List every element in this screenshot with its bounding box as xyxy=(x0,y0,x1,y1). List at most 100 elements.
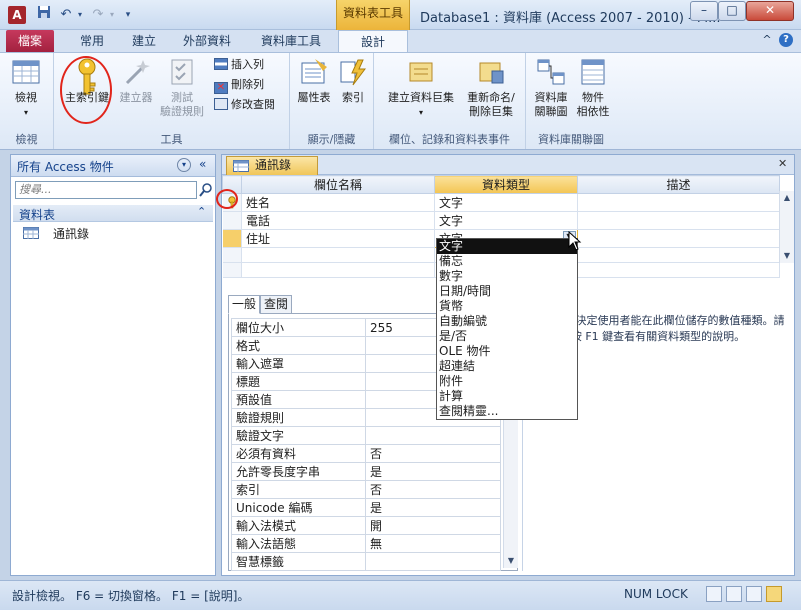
list-item[interactable]: 日期/時間 xyxy=(437,284,577,299)
data-type-cell[interactable]: 文字 xyxy=(434,193,578,212)
modify-lookups-button[interactable]: 修改查閱 xyxy=(214,97,275,113)
description-cell[interactable] xyxy=(577,229,780,248)
data-type-cell[interactable]: 文字 xyxy=(434,211,578,230)
indexes-label: 索引 xyxy=(342,91,364,104)
list-item[interactable]: 備忘 xyxy=(437,254,577,269)
property-row[interactable]: 驗證文字 xyxy=(231,426,501,445)
nav-search-input[interactable]: 搜尋... xyxy=(15,181,197,199)
description-cell[interactable] xyxy=(577,193,780,212)
shutter-bar-collapse-icon[interactable]: « xyxy=(199,157,206,171)
minimize-button[interactable]: – xyxy=(690,1,718,21)
access-app-icon[interactable]: A xyxy=(8,6,26,24)
dependencies-label-1: 物件 xyxy=(582,91,604,104)
help-icon[interactable]: ? xyxy=(779,33,793,47)
column-header-data-type[interactable]: 資料類型 xyxy=(434,175,578,194)
list-item[interactable]: 是/否 xyxy=(437,329,577,344)
row-selector[interactable] xyxy=(222,229,242,248)
nav-pane-header[interactable]: 所有 Access 物件 ▾ « xyxy=(11,155,215,177)
nav-item-contacts-table[interactable]: 通訊錄 xyxy=(23,225,89,242)
builder-button[interactable]: 建立器 xyxy=(116,57,156,105)
nav-menu-dropdown-icon[interactable]: ▾ xyxy=(177,158,191,172)
property-row[interactable]: Unicode 編碼是 xyxy=(231,498,501,517)
save-icon[interactable] xyxy=(34,5,54,25)
status-bar: 設計檢視。 F6 = 切換窗格。 F1 = [說明]。 NUM LOCK xyxy=(0,580,801,610)
field-name-cell[interactable]: 電話 xyxy=(241,211,435,230)
list-item[interactable]: 自動編號 xyxy=(437,314,577,329)
undo-dropdown-icon[interactable]: ▾ xyxy=(70,5,90,25)
mouse-cursor-icon xyxy=(568,231,582,251)
row-selector[interactable] xyxy=(222,211,242,230)
list-item[interactable]: 文字 xyxy=(437,239,577,254)
ribbon: 檢視 ▾ 檢視 主索引鍵 建立器 測試 驗證規則 插入列 ✕ 刪除列 修改查閱 工具 xyxy=(0,52,801,150)
column-header-field-name[interactable]: 欄位名稱 xyxy=(241,175,435,194)
indexes-button[interactable]: 索引 xyxy=(336,57,370,105)
property-sheet-button[interactable]: 屬性表 xyxy=(294,57,334,105)
nav-group-label: 資料表 xyxy=(19,208,56,222)
create-data-macros-button[interactable]: 建立資料巨集 ▾ xyxy=(386,57,456,120)
nav-group-tables[interactable]: 資料表 ⌃ xyxy=(13,205,213,222)
table-row[interactable]: 電話 文字 xyxy=(222,211,780,230)
description-cell[interactable] xyxy=(577,211,780,230)
datasheet-view-icon[interactable] xyxy=(706,586,722,602)
tab-create[interactable]: 建立 xyxy=(124,30,164,52)
builder-label: 建立器 xyxy=(119,91,153,104)
scroll-up-arrow[interactable]: ▲ xyxy=(780,191,794,205)
view-button[interactable]: 檢視 ▾ xyxy=(6,57,46,120)
tab-design[interactable]: 設計 xyxy=(338,30,408,53)
show-hide-group: 屬性表 索引 顯示/隱藏 xyxy=(290,53,374,149)
relationships-label-1: 資料庫 xyxy=(534,91,568,104)
rename-delete-macro-label-1: 重新命名/ xyxy=(467,91,515,104)
tab-database-tools[interactable]: 資料庫工具 xyxy=(254,30,328,52)
property-row[interactable]: 輸入法模式開 xyxy=(231,516,501,535)
pivotchart-view-icon[interactable] xyxy=(746,586,762,602)
tab-file[interactable]: 檔案 xyxy=(6,30,54,52)
customize-qat-icon[interactable]: ▾ xyxy=(118,5,138,25)
column-header-description[interactable]: 描述 xyxy=(577,175,780,194)
insert-rows-button[interactable]: 插入列 xyxy=(214,57,264,73)
property-row[interactable]: 智慧標籤 xyxy=(231,552,501,571)
modify-lookups-label: 修改查閱 xyxy=(231,98,275,111)
delete-rows-button[interactable]: ✕ 刪除列 xyxy=(214,77,264,94)
property-row[interactable]: 必須有資料否 xyxy=(231,444,501,463)
tab-lookup[interactable]: 查閱 xyxy=(260,295,292,314)
test-validation-rules-button[interactable]: 測試 驗證規則 xyxy=(156,57,208,119)
design-view-icon[interactable] xyxy=(766,586,782,602)
relationships-group: 資料庫 關聯圖 物件 相依性 資料庫關聯圖 xyxy=(526,53,616,149)
collapse-group-icon[interactable]: ⌃ xyxy=(197,205,206,218)
indexes-icon xyxy=(340,59,366,86)
relationships-button[interactable]: 資料庫 關聯圖 xyxy=(530,57,572,119)
list-item[interactable]: 數字 xyxy=(437,269,577,284)
data-type-dropdown-list[interactable]: 文字 備忘 數字 日期/時間 貨幣 自動編號 是/否 OLE 物件 超連結 附件… xyxy=(436,238,578,420)
scroll-down-arrow[interactable]: ▼ xyxy=(504,554,518,568)
list-item[interactable]: 超連結 xyxy=(437,359,577,374)
views-group: 檢視 ▾ 檢視 xyxy=(0,53,54,149)
tab-external-data[interactable]: 外部資料 xyxy=(176,30,238,52)
property-row[interactable]: 輸入法語態無 xyxy=(231,534,501,553)
maximize-button[interactable]: □ xyxy=(718,1,746,21)
tab-general[interactable]: 一般 xyxy=(228,295,260,314)
grid-scrollbar[interactable]: ▲ ▼ xyxy=(779,191,794,263)
pivottable-view-icon[interactable] xyxy=(726,586,742,602)
scroll-down-arrow[interactable]: ▼ xyxy=(780,249,794,263)
minimize-ribbon-icon[interactable]: ^ xyxy=(760,33,774,47)
rename-delete-macro-button[interactable]: 重新命名/ 刪除巨集 xyxy=(458,57,524,119)
property-row[interactable]: 允許零長度字串是 xyxy=(231,462,501,481)
list-item[interactable]: 附件 xyxy=(437,374,577,389)
field-name-cell[interactable]: 姓名 xyxy=(241,193,435,212)
property-row[interactable]: 索引否 xyxy=(231,480,501,499)
close-document-icon[interactable]: ✕ xyxy=(778,157,787,170)
list-item[interactable]: 計算 xyxy=(437,389,577,404)
list-item[interactable]: 查閱精靈... xyxy=(437,404,577,419)
show-hide-group-label: 顯示/隱藏 xyxy=(307,133,356,146)
table-row[interactable]: 姓名 文字 xyxy=(222,193,780,212)
search-icon[interactable] xyxy=(199,182,213,198)
list-item[interactable]: 貨幣 xyxy=(437,299,577,314)
object-dependencies-button[interactable]: 物件 相依性 xyxy=(574,57,612,119)
document-tab-contacts[interactable]: 通訊錄 xyxy=(226,156,318,175)
close-button[interactable]: ✕ xyxy=(746,1,794,21)
rename-macro-icon xyxy=(479,62,504,84)
title-bar: A ↶ ▾ ↷ ▾ ▾ 資料表工具 Database1 : 資料庫 (Acces… xyxy=(0,0,801,30)
field-name-cell[interactable]: 住址 xyxy=(241,229,435,248)
list-item[interactable]: OLE 物件 xyxy=(437,344,577,359)
tab-home[interactable]: 常用 xyxy=(72,30,112,52)
